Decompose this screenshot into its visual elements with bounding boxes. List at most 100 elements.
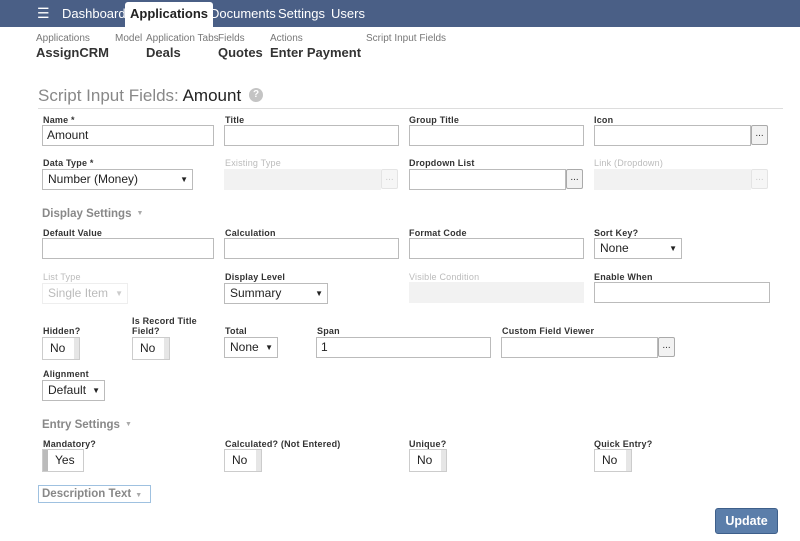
chevron-down-icon: ▼ <box>115 289 123 298</box>
total-select[interactable]: None ▼ <box>224 337 278 358</box>
custom-field-viewer-picker-button[interactable]: ... <box>658 337 675 357</box>
sort-key-label: Sort Key? <box>594 228 639 238</box>
breadcrumb-model[interactable]: Model <box>115 33 142 45</box>
toggle-knob <box>441 450 446 471</box>
visible-condition-input <box>409 282 584 303</box>
default-value-label: Default Value <box>43 228 103 238</box>
breadcrumb-tabs-label: Application Tabs <box>146 33 219 44</box>
calculation-input[interactable] <box>224 238 399 259</box>
sort-key-value: None <box>600 241 629 255</box>
collapse-triangle-icon: ▼ <box>124 421 132 429</box>
calculated-label: Calculated? (Not Entered) <box>225 439 341 449</box>
nav-documents[interactable]: Documents <box>210 0 276 27</box>
dropdown-list-label: Dropdown List <box>409 158 475 168</box>
breadcrumb-applications[interactable]: Applications AssignCRM <box>36 33 109 61</box>
is-record-title-label: Is Record Title Field? <box>132 316 197 336</box>
breadcrumb-fields[interactable]: Fields Quotes <box>218 33 263 61</box>
quick-entry-label: Quick Entry? <box>594 439 653 449</box>
display-level-value: Summary <box>230 286 282 300</box>
chevron-down-icon: ▼ <box>92 386 100 395</box>
link-dropdown-input <box>594 169 751 190</box>
alignment-select[interactable]: Default ▼ <box>42 380 105 401</box>
breadcrumb-fields-value: Quotes <box>218 45 263 60</box>
page-title-name: Amount <box>182 86 242 105</box>
entry-settings-title: Entry Settings <box>42 419 120 431</box>
chevron-down-icon: ▼ <box>669 244 677 253</box>
name-input[interactable]: Amount <box>42 125 214 146</box>
chevron-down-icon: ▼ <box>180 175 188 184</box>
display-level-label: Display Level <box>225 272 286 282</box>
title-label: Title <box>225 115 245 125</box>
title-input[interactable] <box>224 125 399 146</box>
description-text-title: Description Text <box>42 488 132 500</box>
quick-entry-toggle[interactable]: No <box>594 449 632 472</box>
collapse-triangle-icon: ▼ <box>135 492 143 499</box>
hidden-value: No <box>50 341 66 355</box>
existing-type-label: Existing Type <box>225 158 281 168</box>
icon-input[interactable] <box>594 125 751 146</box>
breadcrumb-script-input-fields: Script Input Fields <box>366 33 446 45</box>
breadcrumb-actions[interactable]: Actions Enter Payment <box>270 33 361 61</box>
hamburger-menu-icon[interactable]: ☰ <box>37 5 51 21</box>
alignment-label: Alignment <box>43 369 89 379</box>
total-label: Total <box>225 326 247 336</box>
group-title-input[interactable] <box>409 125 584 146</box>
breadcrumb-actions-value: Enter Payment <box>270 45 362 60</box>
nav-applications[interactable]: Applications <box>125 2 214 27</box>
alignment-value: Default <box>48 383 87 397</box>
nav-users[interactable]: Users <box>331 0 365 27</box>
unique-value: No <box>417 453 433 467</box>
title-divider <box>38 108 783 109</box>
list-type-label: List Type <box>43 272 81 282</box>
link-dropdown-picker-button: ... <box>751 169 768 189</box>
description-text-header[interactable]: Description Text ▼ <box>38 485 151 503</box>
unique-label: Unique? <box>409 439 447 449</box>
data-type-select[interactable]: Number (Money) ▼ <box>42 169 193 190</box>
toggle-knob <box>164 338 169 359</box>
custom-field-viewer-input[interactable] <box>501 337 658 358</box>
display-level-select[interactable]: Summary ▼ <box>224 283 328 304</box>
display-settings-title: Display Settings <box>42 208 132 220</box>
nav-dashboard[interactable]: Dashboard <box>62 0 126 27</box>
toggle-knob <box>256 450 261 471</box>
icon-picker-button[interactable]: ... <box>751 125 768 145</box>
is-record-title-toggle[interactable]: No <box>132 337 170 360</box>
calculation-label: Calculation <box>225 228 276 238</box>
hidden-toggle[interactable]: No <box>42 337 80 360</box>
list-type-select: Single Item ▼ <box>42 283 128 304</box>
toggle-knob <box>74 338 79 359</box>
format-code-label: Format Code <box>409 228 467 238</box>
calculated-toggle[interactable]: No <box>224 449 262 472</box>
collapse-triangle-icon: ▼ <box>136 210 144 218</box>
help-icon[interactable]: ? <box>249 88 263 102</box>
format-code-input[interactable] <box>409 238 584 259</box>
display-settings-header[interactable]: Display Settings ▼ <box>42 208 143 220</box>
enable-when-input[interactable] <box>594 282 770 303</box>
default-value-input[interactable] <box>42 238 214 259</box>
sort-key-select[interactable]: None ▼ <box>594 238 682 259</box>
list-type-value: Single Item <box>48 286 109 300</box>
breadcrumb-application-tabs[interactable]: Application Tabs Deals <box>146 33 219 61</box>
span-input[interactable]: 1 <box>316 337 491 358</box>
group-title-label: Group Title <box>409 115 460 125</box>
chevron-down-icon: ▼ <box>265 343 273 352</box>
mandatory-toggle[interactable]: Yes <box>42 449 84 472</box>
breadcrumb-model-label: Model <box>115 33 143 44</box>
data-type-label: Data Type * <box>43 158 94 168</box>
existing-type-input <box>224 169 381 190</box>
name-label: Name * <box>43 115 75 125</box>
dropdown-list-picker-button[interactable]: ... <box>566 169 583 189</box>
hidden-label: Hidden? <box>43 326 81 336</box>
top-navbar: ☰ Dashboard Applications Documents Setti… <box>0 0 800 27</box>
icon-label: Icon <box>594 115 614 125</box>
entry-settings-header[interactable]: Entry Settings ▼ <box>42 419 132 431</box>
unique-toggle[interactable]: No <box>409 449 447 472</box>
dropdown-list-input[interactable] <box>409 169 566 190</box>
nav-settings[interactable]: Settings <box>278 0 325 27</box>
quick-entry-value: No <box>602 453 618 467</box>
span-label: Span <box>317 326 340 336</box>
existing-type-picker-button: ... <box>381 169 398 189</box>
update-button[interactable]: Update <box>715 508 778 534</box>
toggle-knob <box>626 450 631 471</box>
enable-when-label: Enable When <box>594 272 653 282</box>
